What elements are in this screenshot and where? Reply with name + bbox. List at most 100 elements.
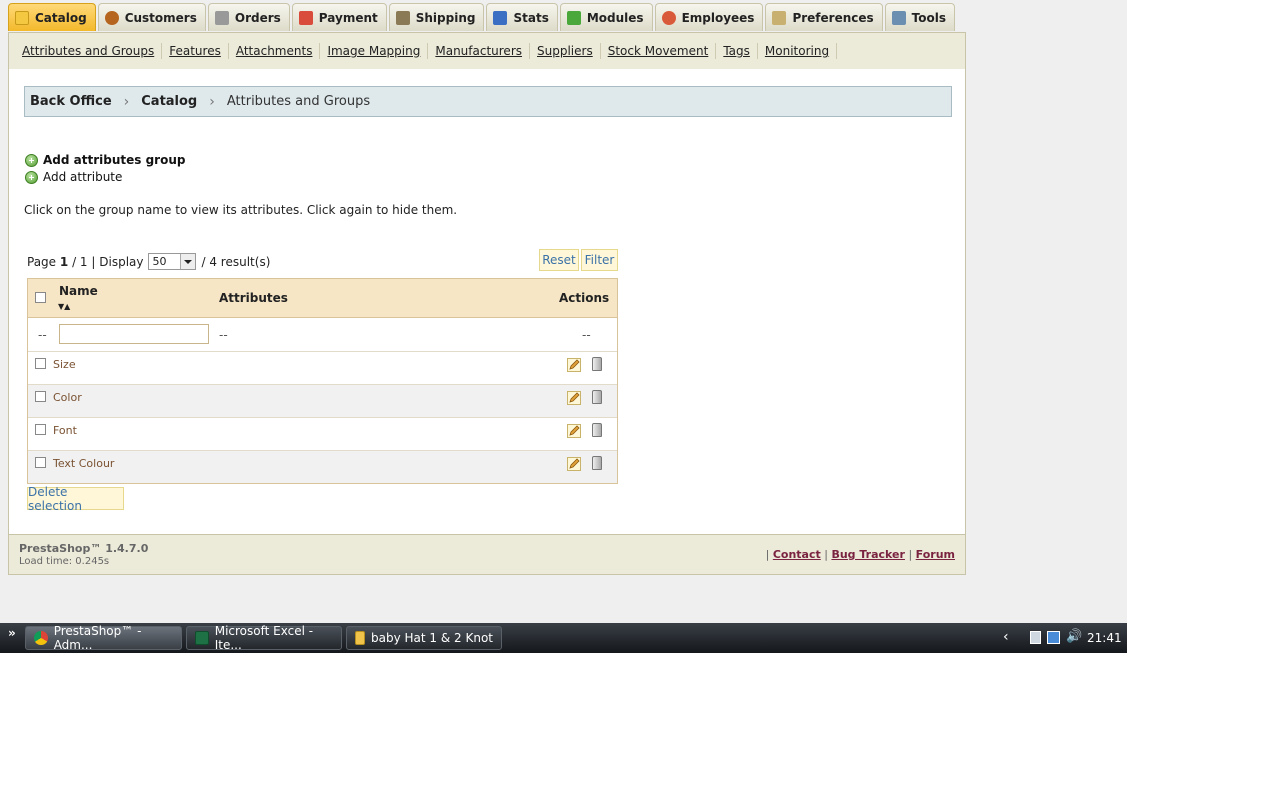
contact-link[interactable]: Contact [773,548,821,561]
dropdown-arrow-icon[interactable] [179,254,195,269]
add-attribute-link[interactable]: Add attribute [25,170,122,184]
device-tray-icon[interactable] [1030,631,1041,644]
row-name[interactable]: Color [53,391,82,404]
main-tabs: Catalog Customers Orders Payment Shippin… [8,3,957,33]
table-row[interactable]: Size [28,352,617,385]
catalog-subnav: Attributes and Groups Features Attachmen… [8,32,966,70]
subnav-stock-movement[interactable]: Stock Movement [601,43,717,59]
breadcrumb-root[interactable]: Back Office [30,94,112,109]
table-body: Size Color Font Text Colour [28,352,617,483]
pagination: Page 1 / 1 | Display 50 / 4 result(s) [27,253,270,270]
row-checkbox[interactable] [35,457,46,468]
tab-orders[interactable]: Orders [207,3,290,31]
load-time-text: Load time: 0.245s [19,556,110,567]
row-checkbox[interactable] [35,358,46,369]
sort-icons: ▼▲ [58,303,70,311]
tab-label: Stats [513,10,549,25]
cart-icon [214,10,229,25]
page-prefix: Page [27,254,57,269]
tab-tools[interactable]: Tools [884,3,956,31]
tab-preferences[interactable]: Preferences [765,3,883,31]
edit-icon[interactable] [567,424,581,438]
delete-selection-button[interactable]: Delete selection [27,485,124,513]
result-count: / 4 result(s) [201,254,271,269]
chevron-right-icon: › [209,93,215,110]
select-all-checkbox[interactable] [35,292,46,303]
row-name[interactable]: Font [53,424,77,437]
chevron-right-icon: › [123,93,130,110]
edit-icon[interactable] [567,457,581,471]
chart-icon [493,10,508,25]
network-icon[interactable] [1047,631,1060,644]
row-name[interactable]: Text Colour [53,457,114,470]
subnav-image-mapping[interactable]: Image Mapping [320,43,429,59]
add-attributes-group-link[interactable]: Add attributes group [25,153,185,167]
page-number: 1 [59,254,69,269]
add-icon [25,153,38,167]
tab-stats[interactable]: Stats [486,3,558,31]
tab-customers[interactable]: Customers [97,3,206,31]
row-checkbox[interactable] [35,424,46,435]
subnav-attributes-and-groups[interactable]: Attributes and Groups [15,43,163,59]
volume-icon[interactable]: 🔊 [1066,629,1082,644]
subnav-features[interactable]: Features [162,43,229,59]
employee-icon [661,10,676,25]
reset-button[interactable]: Reset [539,249,579,271]
filter-row: -- -- -- [28,318,617,352]
tab-payment[interactable]: Payment [291,3,387,31]
show-hidden-icons-icon[interactable]: ‹ [1003,629,1009,645]
tab-modules[interactable]: Modules [559,3,653,31]
bug-tracker-link[interactable]: Bug Tracker [831,548,905,561]
header-name: Name [59,284,98,298]
delete-icon[interactable] [592,357,602,371]
version-text: PrestaShop™ 1.4.7.0 [19,542,149,555]
wrench-icon [891,10,906,25]
tab-label: Catalog [35,10,87,25]
tab-label: Payment [318,10,378,25]
folder-icon [15,10,29,25]
taskbar-window-chrome[interactable]: PrestaShop™ - Adm... [25,624,182,652]
row-checkbox[interactable] [35,391,46,402]
sort-asc-icon[interactable]: ▲ [64,302,70,311]
taskbar-window-excel[interactable]: Microsoft Excel - Ite... [186,624,342,652]
tab-shipping[interactable]: Shipping [388,3,485,31]
subnav-suppliers[interactable]: Suppliers [530,43,601,59]
table-header: Name ▼▲ Attributes Actions [28,279,617,318]
tab-catalog[interactable]: Catalog [8,3,96,31]
breadcrumb-current: Attributes and Groups [226,94,371,109]
delete-icon[interactable] [592,423,602,437]
attribute-groups-table: Name ▼▲ Attributes Actions -- -- -- Size [27,278,618,484]
name-filter-input[interactable] [59,324,209,344]
subnav-monitoring[interactable]: Monitoring [758,43,838,59]
taskbar-window-label: PrestaShop™ - Adm... [53,624,142,652]
subnav-tags[interactable]: Tags [716,43,758,59]
clock[interactable]: 21:41 [1087,631,1122,645]
per-page-select[interactable]: 50 [147,253,196,270]
table-row[interactable]: Color [28,385,617,418]
subnav-manufacturers[interactable]: Manufacturers [428,43,531,59]
taskbar-window-folder[interactable]: baby Hat 1 & 2 Knot [346,626,502,650]
table-row[interactable]: Text Colour [28,451,617,483]
delete-icon[interactable] [592,456,602,470]
subnav-attachments[interactable]: Attachments [229,43,321,59]
truck-icon [395,10,410,25]
page-footer: PrestaShop™ 1.4.7.0 Load time: 0.245s | … [8,534,966,575]
quick-launch-expand-icon[interactable]: » [8,626,16,640]
filter-button[interactable]: Filter [581,249,618,271]
edit-icon[interactable] [567,358,581,372]
page-count: / 1 [72,254,88,269]
footer-links: | Contact | Bug Tracker | Forum [765,548,955,561]
tab-employees[interactable]: Employees [654,3,764,31]
preferences-icon [772,10,787,25]
actions-filter-placeholder: -- [582,328,591,342]
row-name[interactable]: Size [53,358,76,371]
delete-icon[interactable] [592,390,602,404]
tab-label: Preferences [792,10,874,25]
table-row[interactable]: Font [28,418,617,451]
tab-label: Shipping [415,10,476,25]
edit-icon[interactable] [567,391,581,405]
breadcrumb-section[interactable]: Catalog [141,94,197,109]
browser-page: Catalog Customers Orders Payment Shippin… [0,0,1127,623]
tab-label: Employees [681,10,755,25]
forum-link[interactable]: Forum [916,548,955,561]
